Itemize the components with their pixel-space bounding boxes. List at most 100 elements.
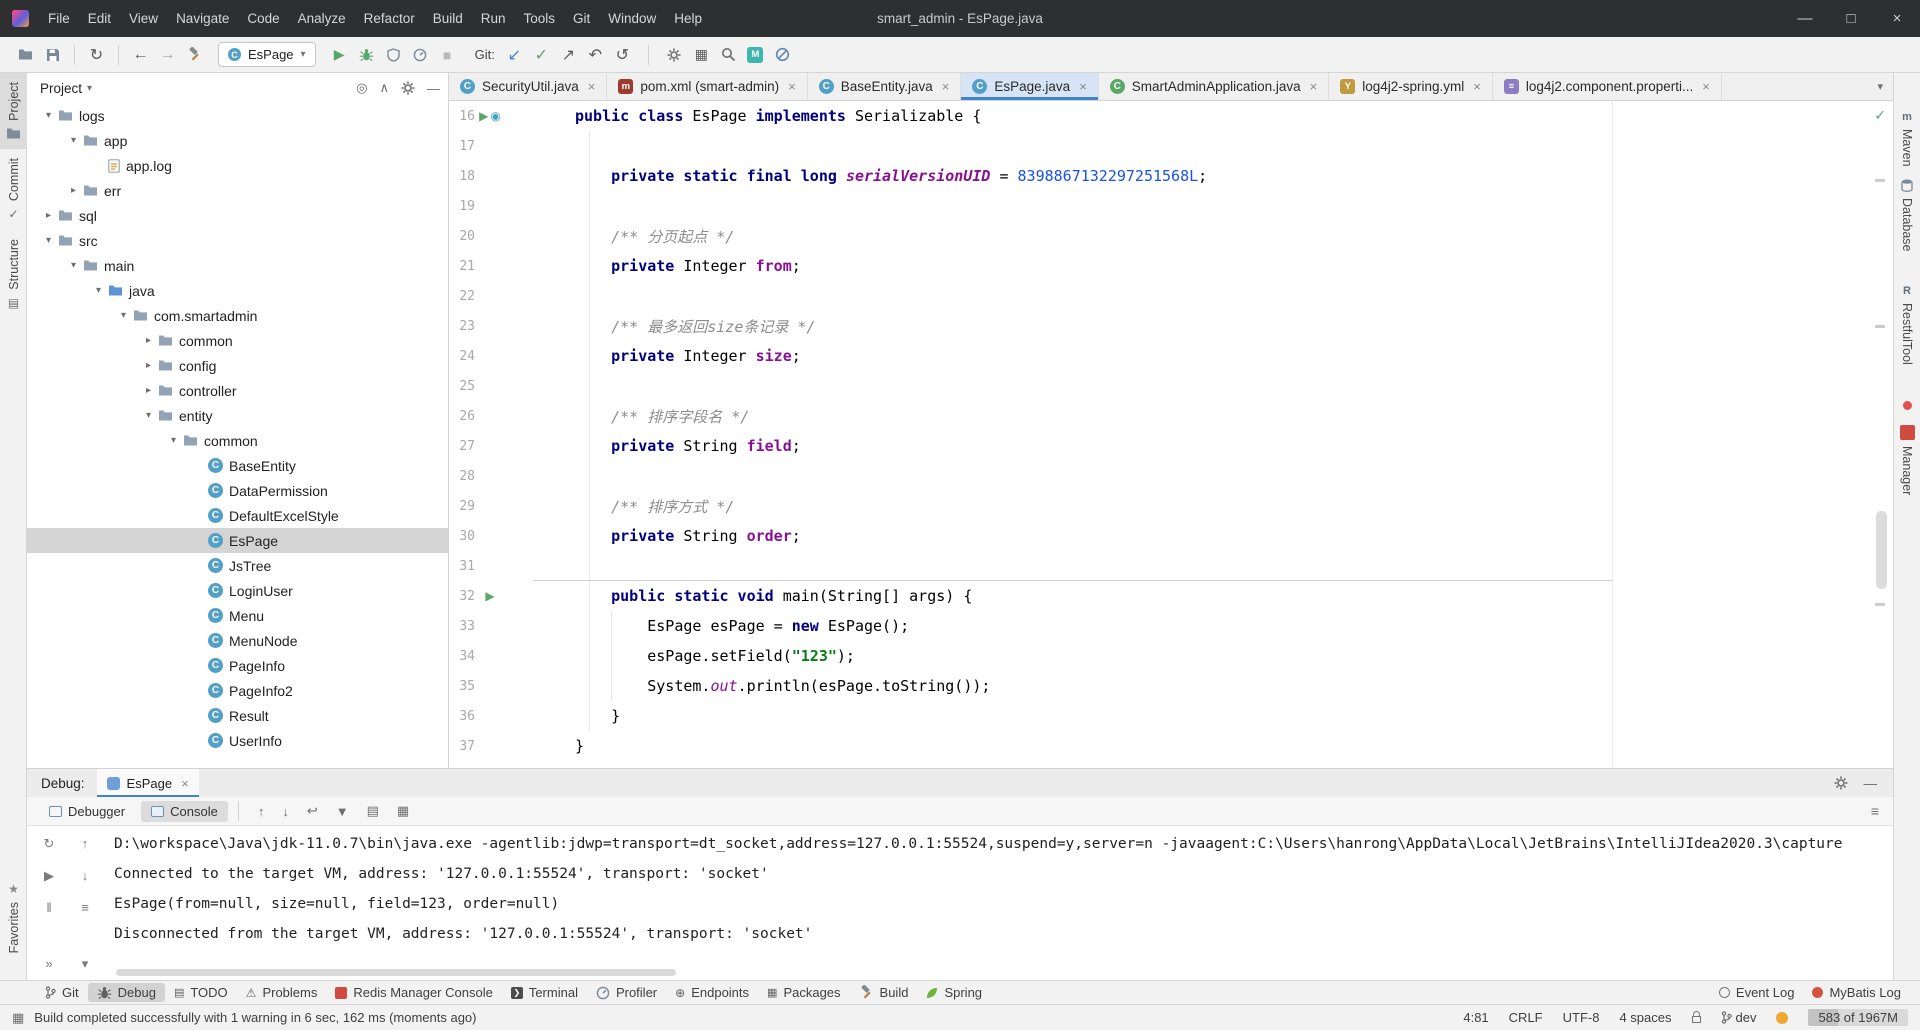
- menu-help[interactable]: Help: [665, 0, 711, 37]
- code-line-18[interactable]: 18 private static final long serialVersi…: [449, 161, 1893, 191]
- chevron-down-icon[interactable]: ▾: [66, 135, 81, 146]
- close-icon[interactable]: ×: [942, 79, 950, 94]
- soft-wrap-icon[interactable]: ↩: [298, 803, 327, 819]
- chevron-right-icon[interactable]: ▸: [41, 210, 56, 221]
- console-output[interactable]: D:\workspace\Java\jdk-11.0.7\bin\java.ex…: [114, 826, 1893, 980]
- code-line-25[interactable]: 25: [449, 371, 1893, 401]
- tree-item-main[interactable]: ▾ main: [27, 253, 448, 278]
- code-line-31[interactable]: 31: [449, 551, 1893, 581]
- project-header-title[interactable]: Project: [40, 81, 82, 96]
- chevron-right-icon[interactable]: ▸: [141, 360, 156, 371]
- code-line-34[interactable]: 34 esPage.setField("123");: [449, 641, 1893, 671]
- tree-item-sql[interactable]: ▸ sql: [27, 203, 448, 228]
- pause-icon[interactable]: ‖: [39, 900, 59, 915]
- tree-item-entity[interactable]: ▾ entity: [27, 403, 448, 428]
- tab-baseentity-java[interactable]: C BaseEntity.java ×: [808, 73, 962, 100]
- code-line-16[interactable]: 16 ▶ ◉ public class EsPage implements Seria…: [449, 101, 1893, 131]
- tab-espage-java[interactable]: C EsPage.java ×: [961, 73, 1099, 100]
- lock-icon[interactable]: [1691, 1011, 1701, 1023]
- stripe-commit[interactable]: Commit ✓: [0, 149, 27, 230]
- toolwindow-debug[interactable]: Debug: [87, 983, 165, 1002]
- tree-item-pageinfo[interactable]: C PageInfo: [27, 653, 448, 678]
- chevron-down-icon[interactable]: ▾: [66, 260, 81, 271]
- print-icon[interactable]: ▤: [358, 803, 388, 819]
- menu-window[interactable]: Window: [599, 0, 665, 37]
- chevron-down-icon[interactable]: ▾: [87, 83, 92, 94]
- encoding[interactable]: UTF-8: [1563, 1010, 1600, 1025]
- code-line-32[interactable]: 32 ▶ public static void main(String[] arg…: [449, 581, 1893, 611]
- tree-item-com-smartadmin[interactable]: ▾ com.smartadmin: [27, 303, 448, 328]
- tree-item-jstree[interactable]: C JsTree: [27, 553, 448, 578]
- code-line-19[interactable]: 19: [449, 191, 1893, 221]
- plugin-block-icon[interactable]: [769, 42, 796, 68]
- tree-item-defaultexcelstyle[interactable]: C DefaultExcelStyle: [27, 503, 448, 528]
- stripe-database[interactable]: Database: [1894, 179, 1920, 252]
- chevron-down-icon[interactable]: ▾: [41, 110, 56, 121]
- code-line-22[interactable]: 22: [449, 281, 1893, 311]
- menu-refactor[interactable]: Refactor: [355, 0, 424, 37]
- chevron-right-icon[interactable]: ▸: [141, 385, 156, 396]
- back-icon[interactable]: ←: [127, 42, 154, 68]
- stripe-structure[interactable]: Structure ▤: [0, 230, 27, 319]
- toolwindow-git[interactable]: Git: [36, 983, 88, 1002]
- tree-item-src[interactable]: ▾ src: [27, 228, 448, 253]
- run-icon[interactable]: ▶: [479, 109, 488, 123]
- up-stack-icon[interactable]: ↑: [249, 804, 274, 819]
- code-line-28[interactable]: 28: [449, 461, 1893, 491]
- down-icon[interactable]: ↓: [75, 868, 95, 883]
- search-icon[interactable]: [715, 42, 742, 68]
- code-line-20[interactable]: 20 /** 分页起点 */: [449, 221, 1893, 251]
- tree-item-espage[interactable]: C EsPage: [27, 528, 448, 553]
- memory-indicator[interactable]: 583 of 1967M: [1808, 1009, 1908, 1026]
- close-icon[interactable]: ×: [1310, 79, 1318, 94]
- settings-icon[interactable]: [661, 42, 688, 68]
- run-icon[interactable]: ▶: [485, 589, 494, 603]
- menu-edit[interactable]: Edit: [79, 0, 120, 37]
- debug-icon[interactable]: [353, 42, 380, 68]
- tab-log4j2-component-properti-[interactable]: ≡ log4j2.component.properti... ×: [1493, 73, 1722, 100]
- maximize-button[interactable]: □: [1828, 0, 1874, 37]
- tree-item-datapermission[interactable]: C DataPermission: [27, 478, 448, 503]
- code-line-21[interactable]: 21 private Integer from;: [449, 251, 1893, 281]
- tree-item-common[interactable]: ▾ common: [27, 428, 448, 453]
- code-line-33[interactable]: 33 EsPage esPage = new EsPage();: [449, 611, 1893, 641]
- chevron-right-icon[interactable]: ▸: [141, 335, 156, 346]
- structure-icon[interactable]: ▦: [688, 42, 715, 68]
- commit-icon[interactable]: ✓: [528, 42, 555, 68]
- debug-session-tab[interactable]: EsPage ×: [96, 769, 199, 797]
- collapse-all-icon[interactable]: ∧: [379, 80, 389, 96]
- tree-item-config[interactable]: ▸ config: [27, 353, 448, 378]
- layout-settings-icon[interactable]: ≡: [1871, 803, 1893, 819]
- tree-item-app-log[interactable]: app.log: [27, 153, 448, 178]
- console-scrollbar-thumb[interactable]: [116, 969, 676, 976]
- code-line-29[interactable]: 29 /** 排序方式 */: [449, 491, 1893, 521]
- menu-navigate[interactable]: Navigate: [167, 0, 238, 37]
- push-icon[interactable]: ↗: [555, 42, 582, 68]
- sync-icon[interactable]: ↻: [83, 42, 110, 68]
- stripe-project[interactable]: Project: [0, 73, 27, 149]
- close-icon[interactable]: ×: [1079, 79, 1087, 94]
- toolwindow-todo[interactable]: ▤ TODO: [165, 983, 237, 1002]
- locate-file-icon[interactable]: ◎: [356, 80, 367, 96]
- stripe-redis-manager[interactable]: Manager: [1894, 425, 1920, 495]
- clear-icon[interactable]: ▦: [388, 803, 418, 819]
- close-icon[interactable]: ×: [788, 79, 796, 94]
- collapse-icon[interactable]: ▾: [75, 956, 95, 972]
- tree-item-common[interactable]: ▸ common: [27, 328, 448, 353]
- update-icon[interactable]: ↙: [501, 42, 528, 68]
- mute-icon[interactable]: ≡: [75, 900, 95, 915]
- toolwindow-problems[interactable]: ⚠ Problems: [237, 983, 327, 1002]
- minimize-button[interactable]: —: [1782, 0, 1828, 37]
- line-ending[interactable]: CRLF: [1509, 1010, 1543, 1025]
- toolwindow-spring[interactable]: Spring: [917, 983, 991, 1002]
- hammer-icon[interactable]: [181, 42, 208, 68]
- debug-tab-console[interactable]: Console: [141, 800, 228, 822]
- chevron-down-icon[interactable]: ▾: [141, 410, 156, 421]
- close-icon[interactable]: ×: [181, 776, 189, 791]
- code-line-23[interactable]: 23 /** 最多返回size条记录 */: [449, 311, 1893, 341]
- hide-panel-icon[interactable]: —: [427, 81, 440, 96]
- tool-window-switcher-icon[interactable]: ▦: [12, 1010, 24, 1026]
- code-editor[interactable]: ✓ 16 ▶ ◉ public class EsPage implements Ser…: [449, 101, 1893, 768]
- indent-setting[interactable]: 4 spaces: [1619, 1010, 1671, 1025]
- caret-position[interactable]: 4:81: [1463, 1010, 1488, 1025]
